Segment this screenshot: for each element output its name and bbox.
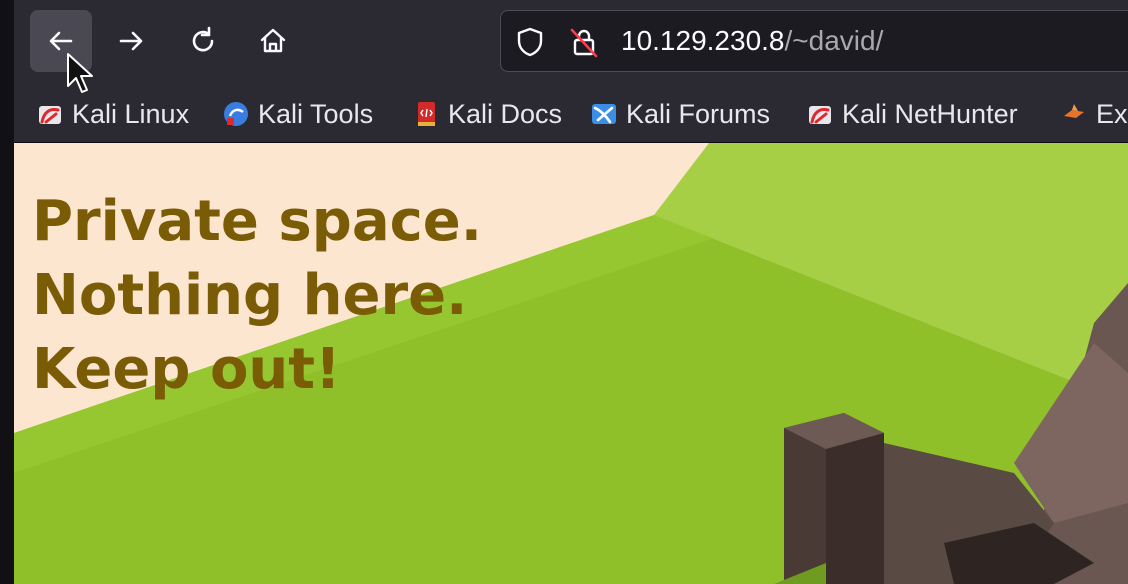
page-content: Private space. Nothing here. Keep out! [14, 143, 1128, 584]
kali-icon [809, 106, 831, 124]
forward-button[interactable] [100, 10, 162, 72]
headline-line: Keep out! [32, 337, 341, 402]
home-button[interactable] [242, 10, 304, 72]
exploit-db-icon [1064, 104, 1084, 118]
reload-icon [192, 26, 214, 52]
bookmarks-toolbar: Kali Linux Kali Tools Kali Docs Kali For… [14, 86, 1128, 143]
reload-button[interactable] [172, 10, 234, 72]
shield-icon[interactable] [513, 25, 547, 59]
headline-line: Private space. [32, 189, 483, 254]
bookmark-label: Kali Linux [72, 98, 190, 129]
bookmark-kali-nethunter[interactable]: Kali NetHunter [806, 94, 1018, 134]
kali-forums-icon [592, 104, 616, 124]
bookmark-kali-linux[interactable]: Kali Linux [36, 94, 189, 134]
url-bar[interactable]: 10.129.230.8/~david/ [500, 10, 1128, 72]
mouse-cursor-icon [67, 53, 93, 93]
bookmark-kali-forums[interactable]: Kali Forums [590, 94, 770, 134]
navigation-toolbar: 10.129.230.8/~david/ [14, 0, 1128, 86]
bookmark-label: Ex [1096, 98, 1128, 129]
window-edge [0, 0, 14, 584]
kali-docs-icon [418, 102, 435, 126]
arrow-right-icon [119, 31, 143, 51]
page-headline: Private space. Nothing here. Keep out! [32, 185, 482, 407]
browser-window: 10.129.230.8/~david/ Kali Linux Kali Too… [0, 0, 1128, 584]
url-path: /~david/ [784, 25, 884, 56]
url-host: 10.129.230.8 [621, 25, 785, 56]
bookmark-label: Kali Docs [448, 98, 563, 129]
kali-tools-icon [224, 102, 248, 126]
home-icon [260, 28, 286, 53]
bookmark-kali-tools[interactable]: Kali Tools [222, 94, 373, 134]
bookmark-label: Kali Forums [626, 98, 771, 129]
kali-icon [39, 106, 61, 124]
bookmark-exploit-db[interactable]: Ex [1060, 94, 1128, 134]
bookmark-label: Kali Tools [258, 98, 374, 129]
lock-insecure-icon[interactable] [567, 25, 601, 59]
bookmark-kali-docs[interactable]: Kali Docs [412, 94, 562, 134]
headline-line: Nothing here. [32, 263, 468, 328]
url-text[interactable]: 10.129.230.8/~david/ [621, 21, 883, 61]
bookmark-label: Kali NetHunter [842, 98, 1018, 129]
